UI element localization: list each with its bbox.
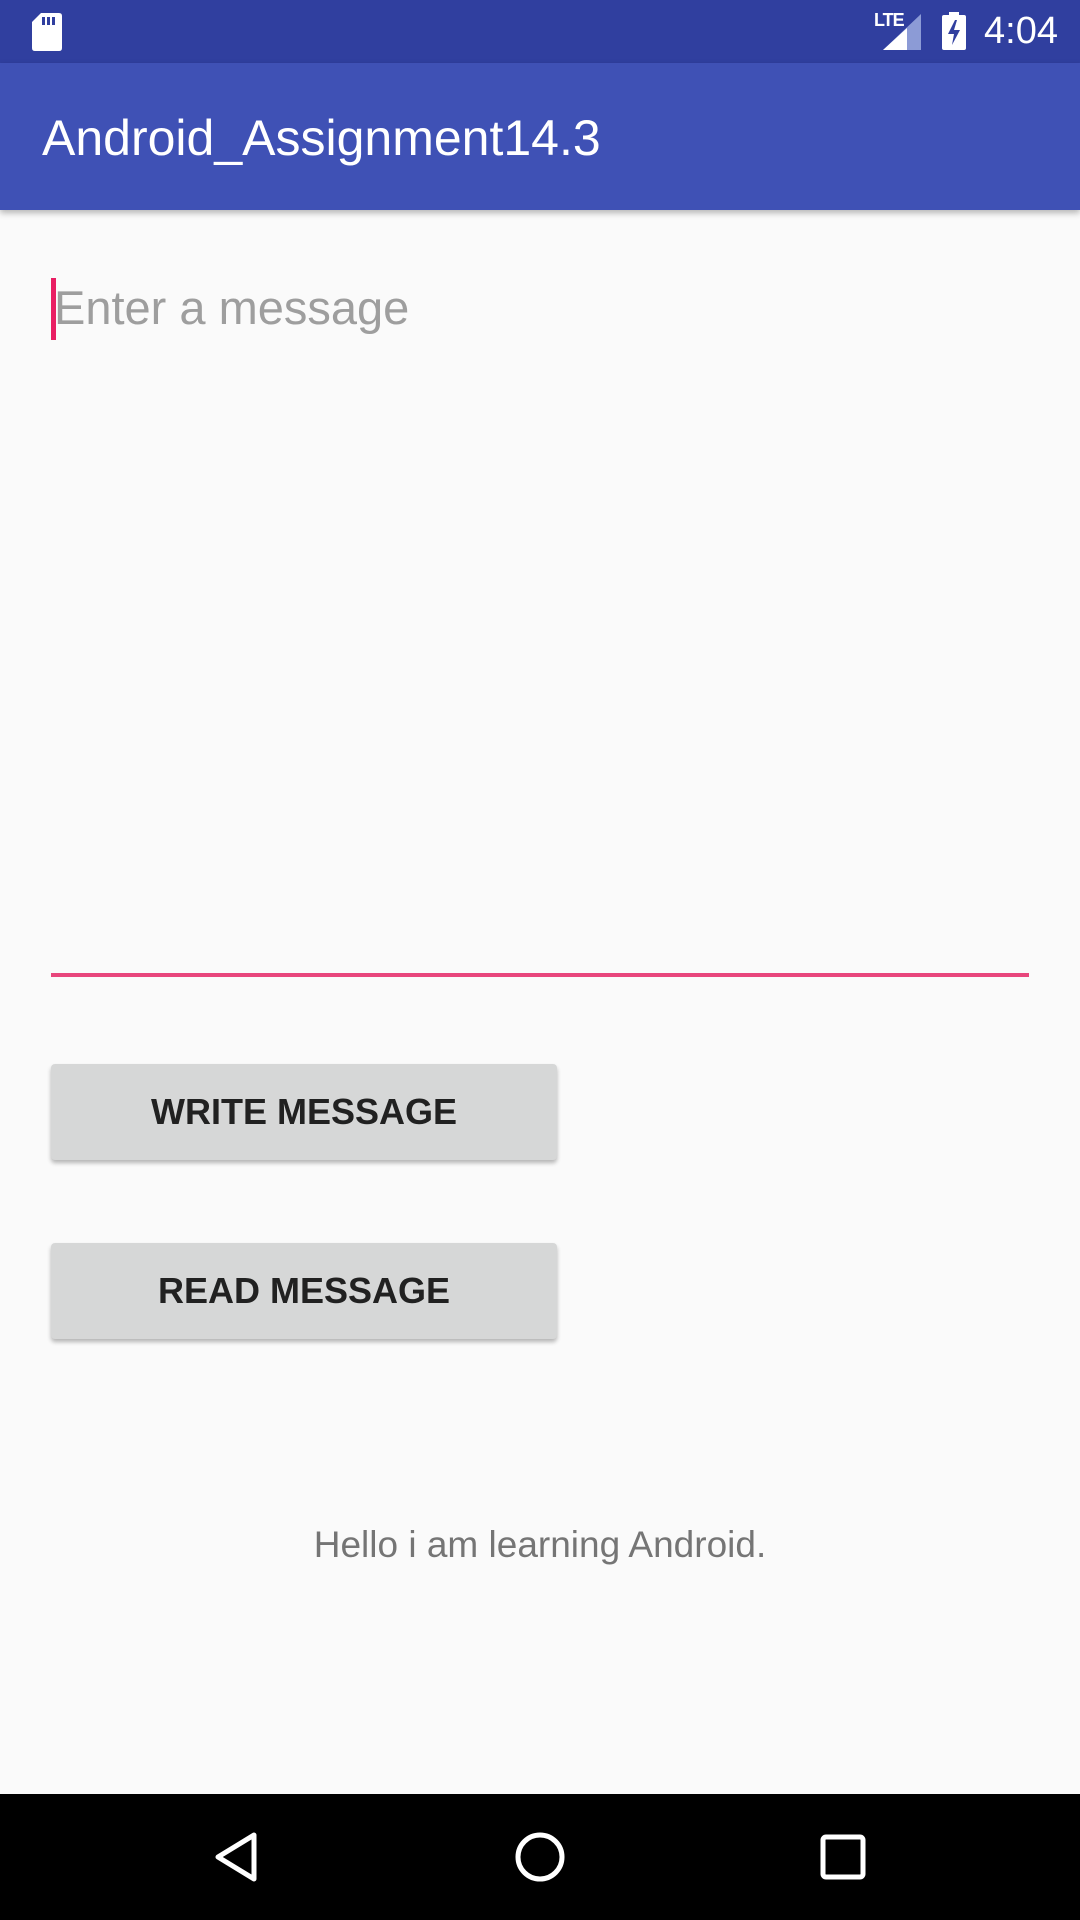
app-title: Android_Assignment14.3	[42, 110, 601, 166]
message-output-text: Hello i am learning Android.	[313, 1524, 767, 1565]
message-input[interactable]: Enter a message	[51, 270, 1029, 977]
back-icon	[215, 1832, 257, 1882]
read-message-button[interactable]: READ MESSAGE	[51, 1243, 557, 1339]
navigation-bar	[0, 1794, 1080, 1920]
write-message-button[interactable]: WRITE MESSAGE	[51, 1064, 557, 1160]
status-bar: LTE 4:04	[0, 0, 1080, 63]
back-button[interactable]	[176, 1794, 296, 1920]
message-input-placeholder: Enter a message	[54, 281, 410, 334]
app-screen: LTE 4:04 Android_Assignment14.3 Enter a …	[0, 0, 1080, 1920]
sd-card-icon	[32, 13, 62, 51]
app-bar: Android_Assignment14.3	[0, 63, 1080, 210]
input-underline	[51, 973, 1029, 977]
status-clock: 4:04	[984, 10, 1058, 52]
home-button[interactable]	[480, 1794, 600, 1920]
battery-charging-icon	[942, 12, 966, 50]
home-icon	[515, 1832, 565, 1882]
recents-button[interactable]	[783, 1794, 903, 1920]
recents-icon	[820, 1834, 866, 1880]
signal-icon	[883, 14, 921, 50]
